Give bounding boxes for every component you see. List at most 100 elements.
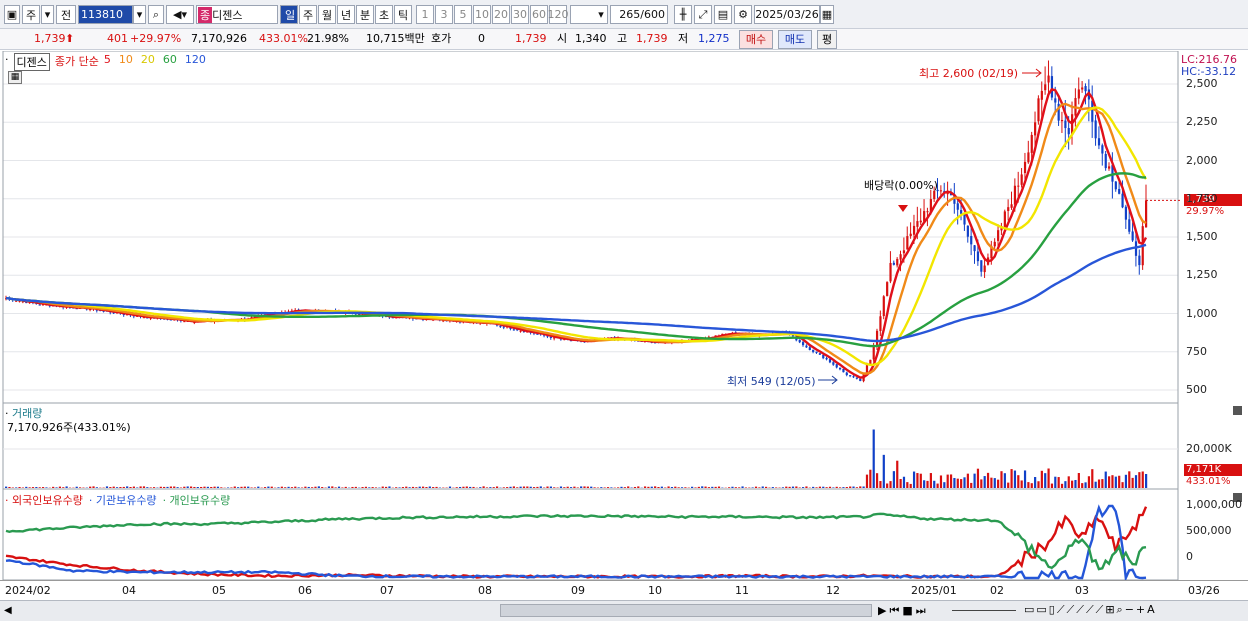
period-tab[interactable]: 분: [356, 5, 374, 24]
interval-button[interactable]: 20: [492, 5, 510, 24]
crosshair-icon[interactable]: ⤢: [694, 5, 712, 24]
panel-close-icon[interactable]: [1233, 406, 1242, 415]
volume-bar: [240, 486, 243, 488]
volume-bar: [563, 487, 566, 488]
volume-bar: [559, 486, 563, 488]
volume-bar: [462, 486, 465, 488]
candle: [805, 345, 808, 348]
volume-bar: [509, 486, 512, 488]
prev-button[interactable]: 전: [56, 5, 76, 24]
code-dropdown-icon[interactable]: ▾: [133, 5, 146, 24]
volume-bar: [875, 473, 879, 488]
volume-bar: [428, 486, 431, 488]
volume-bar: [650, 486, 653, 488]
interval-button[interactable]: 30: [511, 5, 529, 24]
volume-bar: [869, 469, 872, 488]
volume-bar: [247, 486, 250, 488]
period-tab[interactable]: 일: [280, 5, 298, 24]
volume-bar: [458, 486, 462, 488]
save-icon[interactable]: ▤: [714, 5, 732, 24]
volume-bar: [492, 487, 495, 488]
interval-button[interactable]: 3: [435, 5, 453, 24]
volume-bar: [862, 486, 865, 488]
scroll-left-icon[interactable]: ◀: [4, 605, 12, 616]
candle: [976, 251, 980, 262]
interval-button[interactable]: 5: [454, 5, 472, 24]
speaker-icon[interactable]: ◀▾: [166, 5, 194, 24]
volume-bar: [670, 487, 674, 488]
volume-bar: [220, 487, 223, 488]
search-icon[interactable]: ⌕: [148, 5, 164, 24]
candle-icon[interactable]: ╫: [674, 5, 692, 24]
volume-bar: [196, 487, 199, 488]
volume-bar: [872, 429, 875, 488]
period-tab[interactable]: 초: [375, 5, 393, 24]
candle: [902, 250, 906, 254]
volume-bar: [859, 486, 862, 488]
volume-bar: [1108, 476, 1111, 488]
date-field[interactable]: 2025/03/26: [754, 5, 820, 24]
series-name[interactable]: 디젠스: [13, 53, 50, 71]
candle: [983, 265, 986, 273]
volume-bar: [307, 486, 310, 488]
volume-bar: [465, 486, 468, 488]
count-field[interactable]: 265/600: [610, 5, 668, 24]
drawing-tools[interactable]: ▭▭▯⟋⟋⟋⟋⟋⊞⌕−+A: [1024, 603, 1157, 617]
interval-select[interactable]: ▾: [570, 5, 608, 24]
volume-bar: [536, 486, 539, 488]
candle: [1027, 152, 1030, 163]
zoom-track[interactable]: [952, 610, 1016, 611]
gear-icon[interactable]: ⚙: [734, 5, 752, 24]
interval-button[interactable]: 120: [548, 5, 569, 24]
volume-bar: [627, 486, 630, 488]
volume-bar: [489, 487, 492, 488]
volume-bar: [1097, 479, 1101, 488]
volume-bar: [112, 486, 115, 488]
volume-bar: [38, 487, 41, 488]
turnover: 21.98%: [307, 32, 349, 45]
volume-bar: [1047, 468, 1050, 488]
candle: [822, 354, 825, 359]
volume-bar: [176, 487, 179, 488]
stock-code-input[interactable]: 113810: [78, 5, 133, 24]
calendar-icon[interactable]: ▦: [820, 5, 834, 24]
volume-bar: [1118, 475, 1121, 488]
candle: [865, 365, 869, 374]
interval-button[interactable]: 1: [416, 5, 434, 24]
candle: [886, 282, 889, 296]
interval-button[interactable]: 10: [473, 5, 491, 24]
playback-controls[interactable]: ▶⏮■⏭: [878, 604, 929, 618]
sell-button[interactable]: 매도: [778, 30, 812, 49]
period-tab[interactable]: 월: [318, 5, 336, 24]
volume-bar: [781, 487, 785, 488]
buy-button[interactable]: 매수: [739, 30, 773, 49]
hoga-value: 0: [478, 32, 485, 45]
period-tab[interactable]: 년: [337, 5, 355, 24]
volume-bar: [132, 486, 135, 488]
count-value: 265: [619, 8, 641, 21]
volume-bar: [939, 475, 943, 488]
volume-bar: [31, 487, 35, 488]
volume-bar: [701, 486, 704, 488]
x-tick-label: 02: [990, 584, 1004, 597]
count-max: /600: [640, 8, 665, 21]
volume-bar: [502, 487, 505, 488]
volume-bar: [580, 486, 583, 488]
volume-bar: [896, 460, 899, 488]
volume-bar: [765, 486, 768, 488]
interval-button[interactable]: 60: [530, 5, 548, 24]
window-icon[interactable]: ▣: [4, 5, 20, 24]
period-tab[interactable]: 틱: [394, 5, 412, 24]
period-tab[interactable]: 주: [299, 5, 317, 24]
chevron-down-icon[interactable]: ▾: [41, 5, 54, 24]
table-icon[interactable]: ▦: [8, 71, 22, 84]
eval-button[interactable]: 평: [817, 30, 837, 49]
stock-name-field[interactable]: 종 디젠스: [196, 5, 278, 24]
scrollbar[interactable]: ◀ ▶⏮■⏭ ▭▭▯⟋⟋⟋⟋⟋⊞⌕−+A: [0, 600, 1248, 621]
market-badge: 종: [198, 6, 213, 23]
volume-bar: [210, 486, 213, 488]
volume-bar: [923, 480, 926, 488]
scroll-thumb[interactable]: [500, 604, 872, 617]
market-select[interactable]: 주: [22, 5, 40, 24]
candle: [818, 353, 822, 355]
